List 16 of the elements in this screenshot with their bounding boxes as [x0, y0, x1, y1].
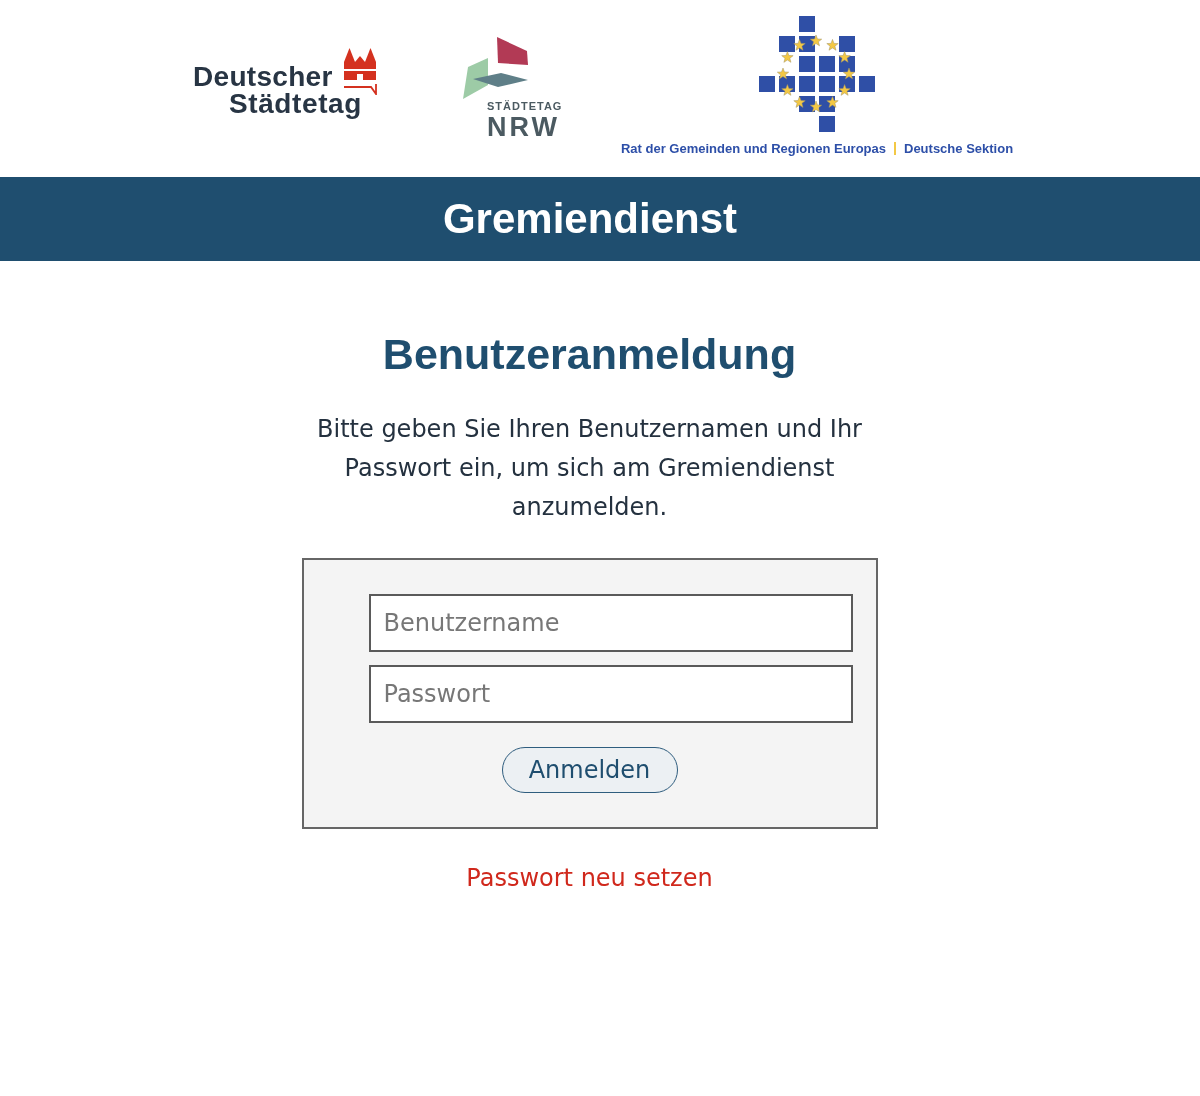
logo-wordmark: STÄDTETAG — [487, 101, 561, 112]
instructions-text: Bitte geben Sie Ihren Benutzernamen und Ihr Passwort ein, um sich am Gremiendienst anzumelden. — [316, 414, 863, 523]
squares-stars-logo-icon — [759, 16, 875, 132]
login-heading: Benutzeranmeldung — [382, 333, 797, 376]
castle-logo-icon — [342, 47, 377, 95]
shapes-logo-icon — [463, 37, 529, 100]
logo-caption: Deutsche Sektion — [904, 142, 1014, 155]
username-field[interactable]: Benutzername — [368, 594, 853, 652]
logo-caption: Rat der Gemeinden und Regionen Europas — [620, 142, 886, 155]
page-title: Gremiendienst — [442, 198, 738, 240]
logo-wordmark: Deutscher — [193, 63, 333, 91]
logo-wordmark: Städtetag — [229, 90, 363, 118]
password-field[interactable]: Passwort — [368, 665, 853, 723]
logo-wordmark: NRW — [487, 114, 561, 141]
login-button[interactable]: Anmelden — [501, 747, 678, 793]
reset-password-link[interactable]: Passwort neu setzen — [466, 866, 713, 890]
